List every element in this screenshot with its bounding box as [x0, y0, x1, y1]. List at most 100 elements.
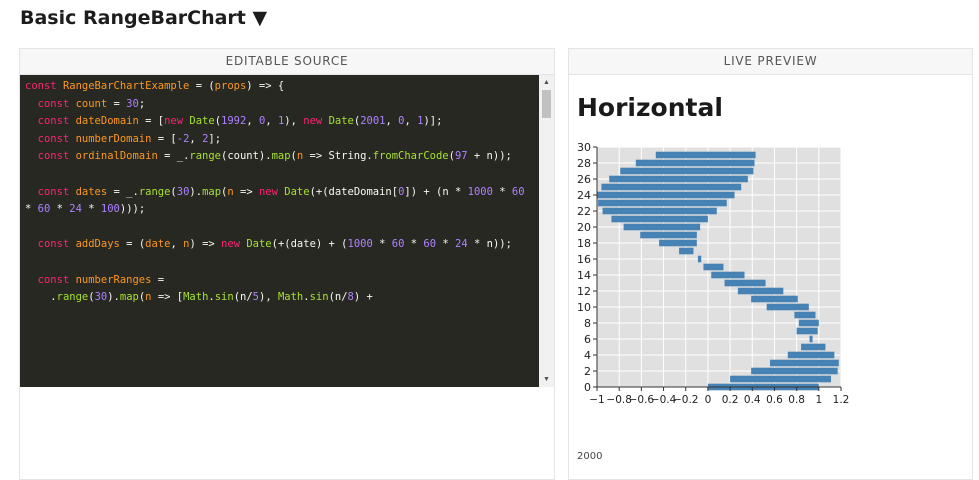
code-token: *	[404, 238, 424, 251]
y-tick-label: 4	[584, 349, 591, 362]
range-bar	[711, 271, 745, 279]
code-token: dates	[75, 185, 108, 198]
code-token: new	[258, 185, 285, 198]
code-token: *	[372, 238, 392, 251]
code-token: )));	[119, 203, 146, 216]
range-bar	[751, 367, 838, 375]
scrollbar-thumb[interactable]	[542, 90, 551, 118]
code-token: .	[25, 291, 57, 304]
range-bar	[787, 351, 835, 359]
code-token: Date	[246, 238, 272, 251]
code-token: = (	[119, 238, 146, 251]
code-token: * n));	[467, 238, 512, 251]
code-token: = _.	[107, 185, 139, 198]
scroll-up-arrow-icon[interactable]: ▲	[539, 75, 554, 90]
code-token: sin	[309, 291, 329, 304]
x-tick-label: 0.8	[788, 394, 805, 406]
code-token: props	[214, 80, 247, 92]
code-token: 1992	[221, 115, 247, 128]
code-token: -2	[176, 132, 190, 145]
range-bar	[598, 199, 727, 207]
code-token: 60	[423, 238, 437, 251]
code-token: )];	[423, 115, 443, 128]
code-token: (+(date) + (	[271, 238, 348, 251]
code-token: 2001	[360, 115, 386, 128]
code-token: ) =>	[189, 238, 222, 251]
code-token: new	[303, 115, 329, 128]
code-token: ),	[284, 115, 304, 128]
code-token: = (	[189, 80, 215, 92]
code-token: map	[202, 185, 222, 198]
code-token: count	[75, 97, 108, 110]
range-bar	[751, 295, 798, 303]
range-bar	[737, 287, 784, 295]
code-text[interactable]: const RangeBarChartExample = (props) => …	[25, 78, 537, 307]
code-token: 30	[176, 185, 190, 198]
code-editor[interactable]: const RangeBarChartExample = (props) => …	[20, 75, 554, 387]
collapse-toggle-icon[interactable]: ▼	[253, 7, 268, 29]
range-bar	[801, 343, 826, 351]
code-token: 60	[391, 238, 405, 251]
range-bar	[809, 335, 813, 343]
editable-source-panel: EDITABLE SOURCE const RangeBarChartExamp…	[19, 48, 555, 480]
code-token: const	[37, 238, 76, 251]
range-bar	[679, 247, 694, 255]
y-tick-label: 22	[577, 205, 591, 218]
code-token: numberDomain	[75, 132, 152, 145]
code-token: ) +	[353, 291, 373, 304]
x-tick-label: −0.2	[673, 394, 699, 406]
code-token: (n/	[233, 291, 253, 304]
range-bar	[724, 279, 766, 287]
code-token: ),	[259, 291, 278, 304]
live-preview-header: LIVE PREVIEW	[569, 49, 972, 75]
code-token: Date	[189, 115, 215, 128]
range-bar	[766, 303, 809, 311]
code-token: => [	[151, 291, 184, 304]
code-token: (n/	[328, 291, 348, 304]
scroll-down-arrow-icon[interactable]: ▼	[539, 372, 554, 387]
code-token: addDays	[75, 238, 120, 251]
editor-scrollbar[interactable]: ▲ ▼	[539, 75, 554, 387]
page-title-text: Basic RangeBarChart	[20, 7, 246, 29]
code-token: ).	[189, 185, 203, 198]
code-token: = [	[138, 115, 165, 128]
code-token: map	[271, 150, 291, 163]
code-token: 97	[454, 150, 468, 163]
code-token: ]) + (n *	[404, 185, 468, 198]
code-token: map	[119, 291, 139, 304]
code-token: = [	[151, 132, 177, 145]
range-bar	[609, 175, 748, 183]
code-token: ,	[404, 115, 418, 128]
range-bar	[602, 207, 717, 215]
y-tick-label: 18	[577, 237, 591, 250]
y-tick-label: 26	[577, 173, 591, 186]
code-token: RangeBarChartExample	[62, 80, 190, 92]
code-line: const dateDomain = [new Date(1992, 0, 1)…	[25, 113, 537, 131]
code-token: 100	[100, 203, 120, 216]
code-token: ,	[170, 238, 184, 251]
code-token: 30	[126, 97, 139, 110]
range-bar	[597, 191, 735, 199]
x-tick-label: 1	[815, 394, 822, 406]
range-bar	[611, 215, 708, 223]
code-token: range	[138, 185, 171, 198]
code-token: =	[107, 97, 127, 110]
cut-off-axis-label: 2000	[577, 451, 603, 462]
code-line: const addDays = (date, n) => new Date(+(…	[25, 236, 537, 254]
code-token: range	[56, 291, 89, 304]
code-line: const ordinalDomain = _.range(count).map…	[25, 148, 537, 166]
code-token: const	[37, 273, 76, 286]
page-title[interactable]: Basic RangeBarChart ▼	[20, 7, 267, 29]
y-tick-label: 10	[577, 301, 591, 314]
code-token: ) => {	[246, 80, 285, 92]
code-token: =>	[233, 185, 259, 198]
y-tick-label: 20	[577, 221, 591, 234]
code-token: (+(dateDomain[	[309, 185, 399, 198]
range-bar	[730, 375, 832, 383]
code-token: new	[221, 238, 247, 251]
